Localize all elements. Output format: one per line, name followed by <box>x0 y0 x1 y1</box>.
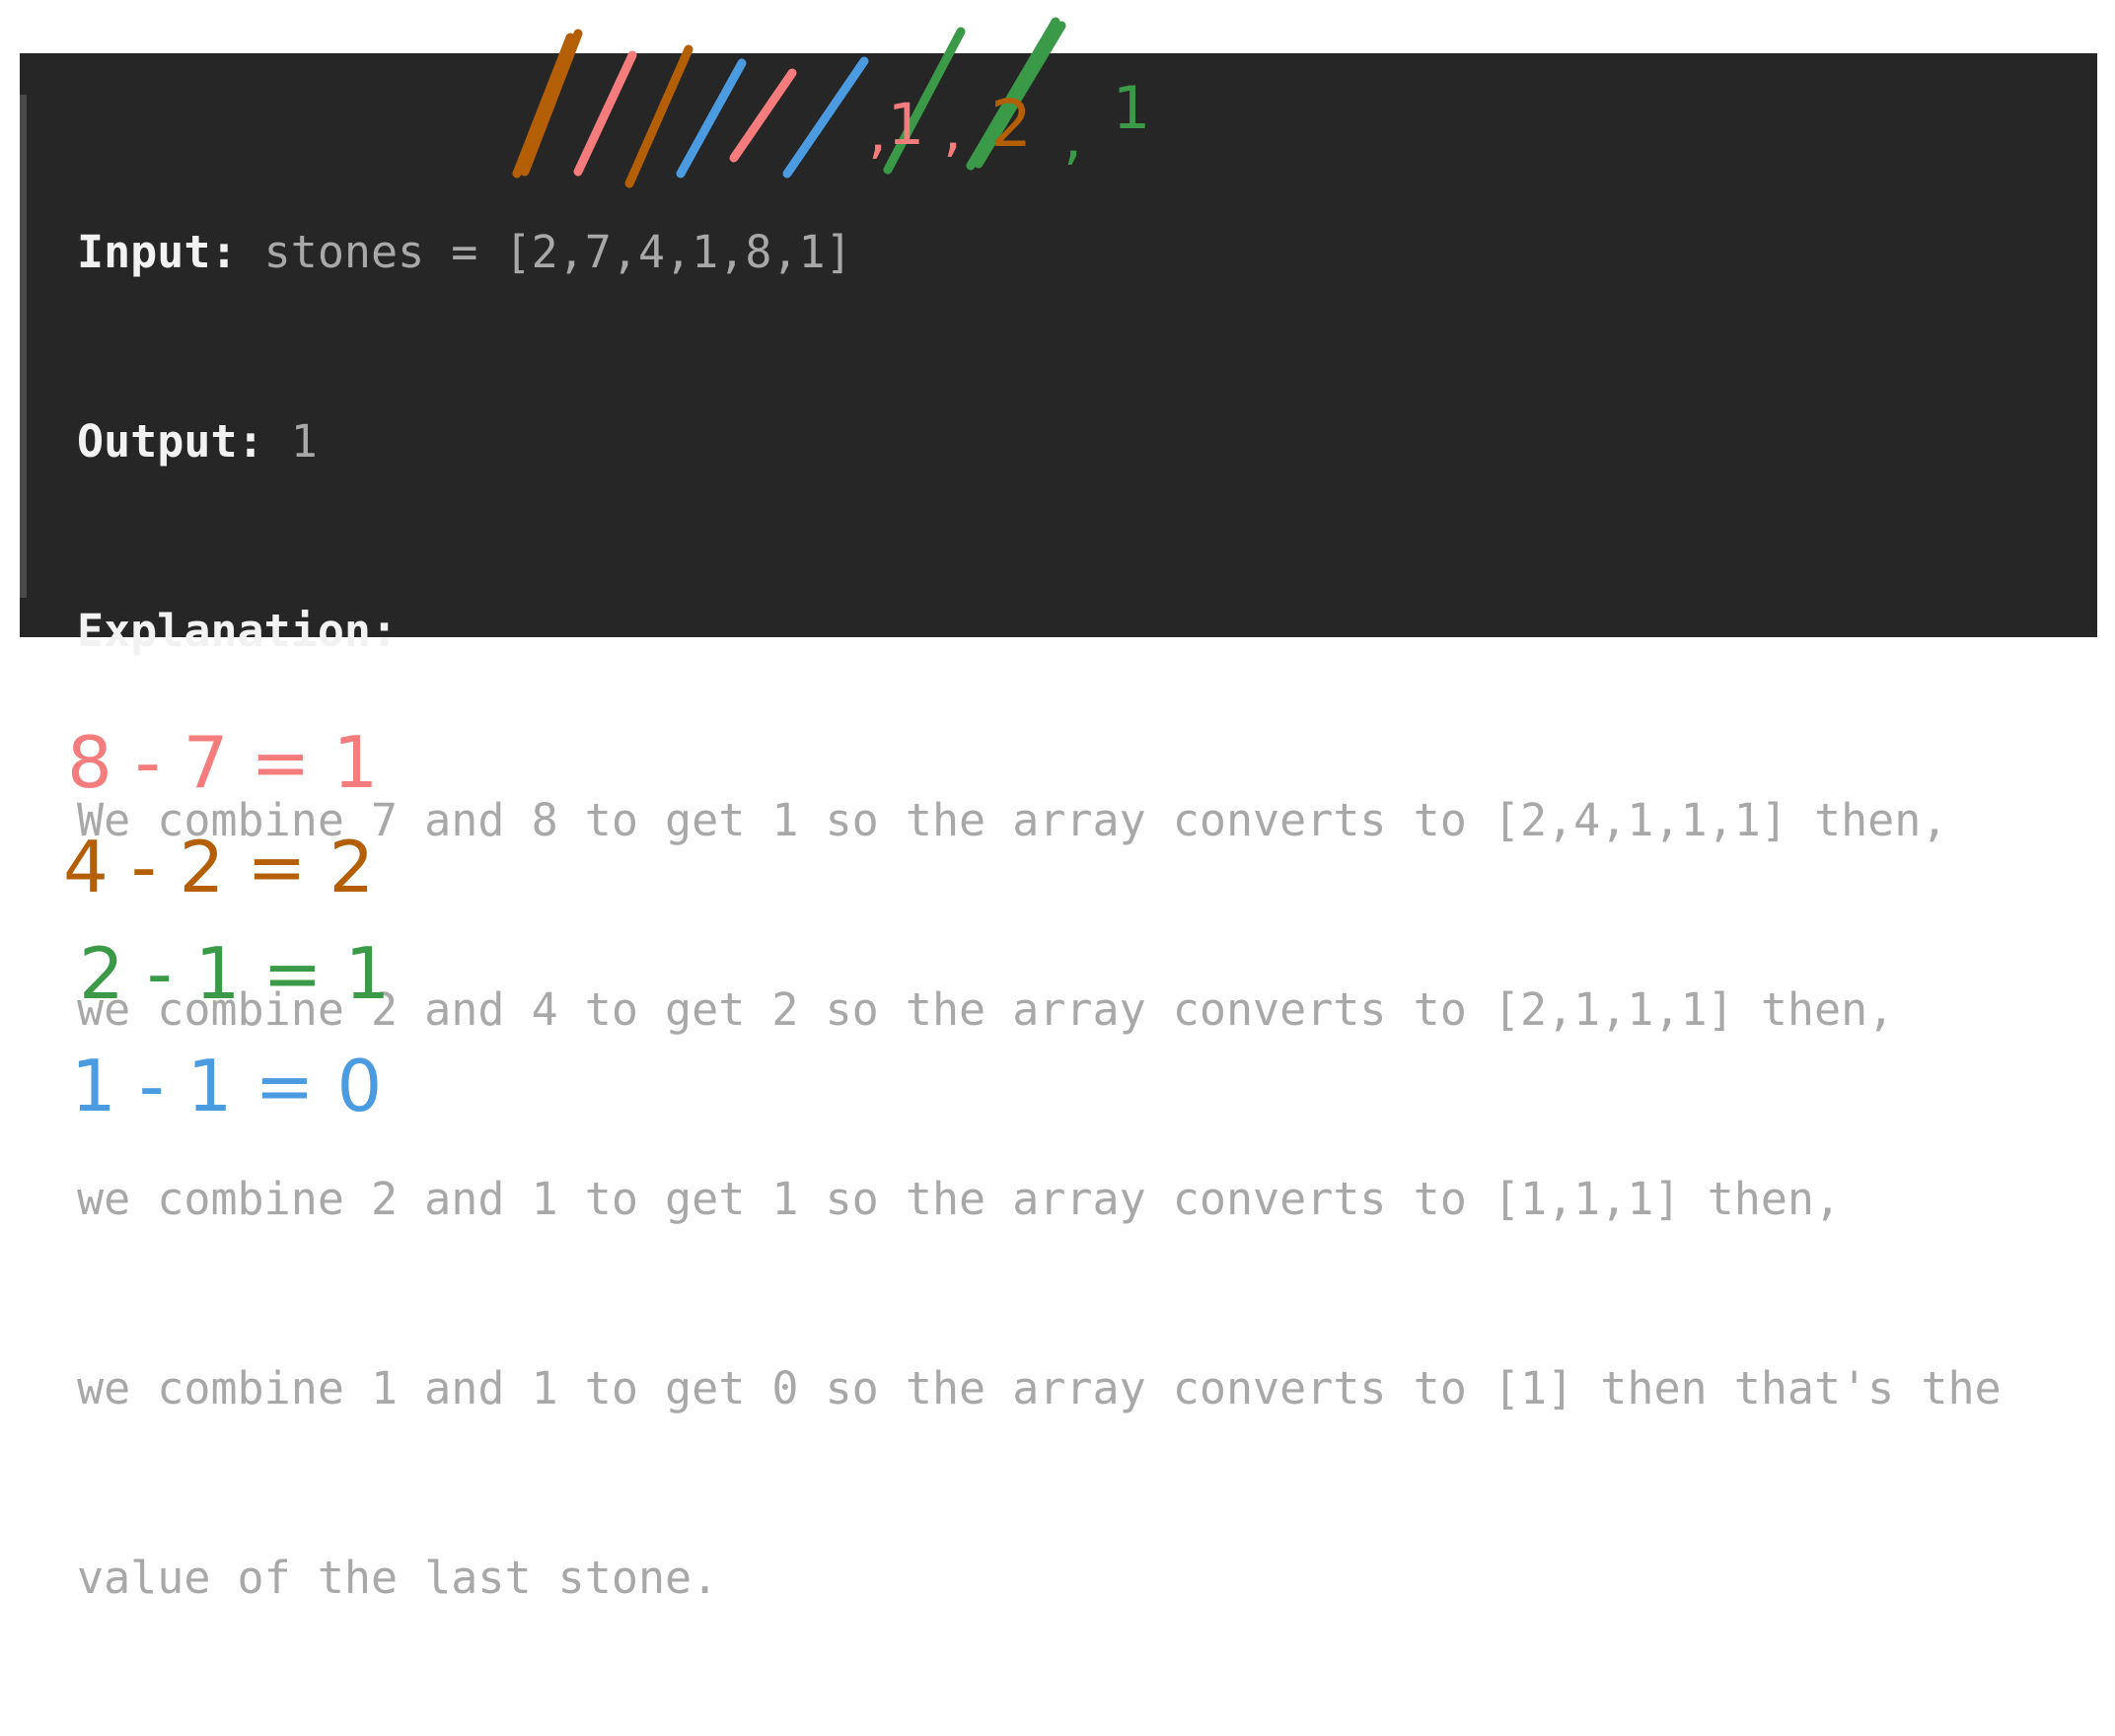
input-value: stones = [2,7,4,1,8,1] <box>263 226 852 278</box>
input-label: Input: <box>77 226 238 278</box>
example-text: Input: stones = [2,7,4,1,8,1] Output: 1 … <box>77 95 2002 1736</box>
explanation-line: we combine 2 and 4 to get 2 so the array… <box>77 983 1895 1036</box>
output-line: Output: 1 <box>77 410 2002 473</box>
example-code-block: Input: stones = [2,7,4,1,8,1] Output: 1 … <box>20 53 2097 1604</box>
blockquote-rule <box>20 95 27 598</box>
explanation-label: Explanation: <box>77 605 399 657</box>
explanation-line: We combine 7 and 8 to get 1 so the array… <box>77 794 1948 846</box>
explanation-line: we combine 2 and 1 to get 1 so the array… <box>77 1173 1842 1225</box>
input-line: Input: stones = [2,7,4,1,8,1] <box>77 221 2002 284</box>
explanation-line: value of the last stone. <box>77 1552 719 1604</box>
explanation-heading-line: Explanation: <box>77 600 2002 663</box>
explanation-line: we combine 1 and 1 to get 0 so the array… <box>77 1362 2002 1414</box>
output-label: Output: <box>77 415 264 468</box>
output-value: 1 <box>290 415 318 468</box>
